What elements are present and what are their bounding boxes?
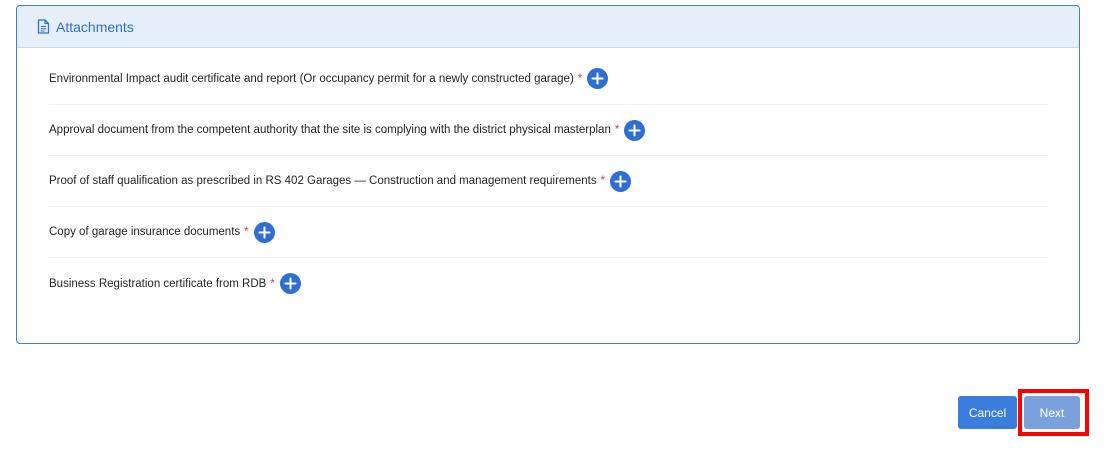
plus-icon [591,72,604,85]
attachment-label: Copy of garage insurance documents [49,226,241,238]
next-button[interactable]: Next [1024,396,1080,429]
cancel-button[interactable]: Cancel [958,396,1017,429]
plus-icon [284,277,297,290]
attachment-row: Proof of staff qualification as prescrib… [49,156,1049,207]
required-mark: * [614,124,620,136]
add-attachment-button[interactable] [610,170,632,192]
card-title: Attachments [56,18,134,35]
attachment-row: Copy of garage insurance documents * [49,207,1049,258]
card-header: Attachments [17,6,1079,48]
attachment-row: Approval document from the competent aut… [49,105,1049,156]
add-attachment-button[interactable] [624,119,646,141]
document-icon [37,19,50,34]
add-attachment-button[interactable] [253,221,275,243]
required-mark: * [600,175,606,187]
add-attachment-button[interactable] [587,68,609,89]
add-attachment-button[interactable] [279,273,301,294]
attachments-list: Environmental Impact audit certificate a… [17,48,1079,309]
plus-icon [614,175,627,187]
attachment-row: Environmental Impact audit certificate a… [49,48,1049,105]
plus-icon [628,124,641,136]
required-mark: * [270,277,275,290]
attachment-label: Environmental Impact audit certificate a… [49,72,574,85]
attachments-card: Attachments Environmental Impact audit c… [16,5,1080,344]
plus-icon [258,226,271,238]
attachment-label: Approval document from the competent aut… [49,124,611,136]
required-mark: * [244,226,249,238]
attachment-label: Business Registration certificate from R… [49,277,267,290]
attachment-label: Proof of staff qualification as prescrib… [49,175,597,187]
required-mark: * [577,72,583,85]
attachment-row: Business Registration certificate from R… [49,258,1049,309]
